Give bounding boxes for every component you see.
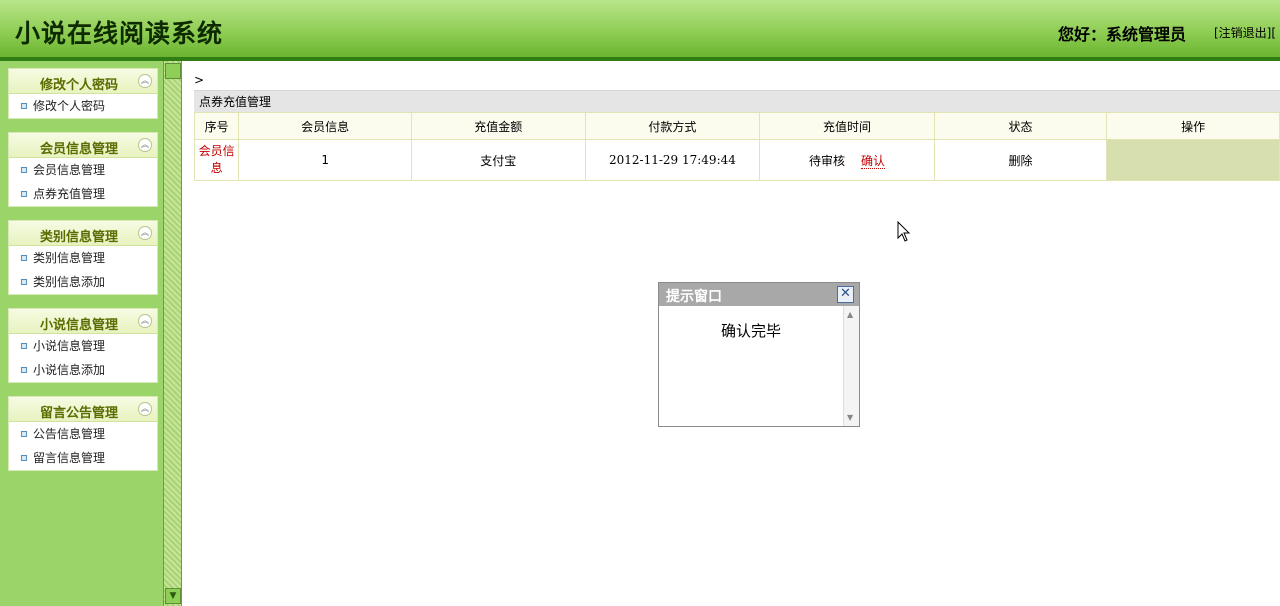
delete-link[interactable]: 删除 bbox=[1008, 154, 1032, 168]
dialog-scrollbar[interactable]: ▲ ▼ bbox=[843, 306, 859, 426]
sidebar-group-title: 小说信息管理 bbox=[39, 318, 118, 333]
sidebar-item-category-manage[interactable]: 类别信息管理 bbox=[9, 246, 157, 270]
column-header: 序号 bbox=[193, 112, 240, 140]
pending-status: 待审核 bbox=[808, 153, 845, 168]
bullet-icon bbox=[21, 279, 27, 285]
scroll-down-icon[interactable]: ▼ bbox=[847, 413, 853, 422]
table-row: 会员信息 1 支付宝 2012-11-29 17:49:44 待审核 确认 删除 bbox=[193, 139, 1280, 181]
sidebar-item-message-manage[interactable]: 留言信息管理 bbox=[9, 446, 157, 470]
prompt-dialog: 提示窗口 ✕ 确认完毕 ▲ ▼ bbox=[658, 282, 860, 427]
sidebar-item-label: 小说信息管理 bbox=[33, 339, 106, 353]
column-header: 会员信息 bbox=[238, 112, 412, 140]
sidebar-item-label: 类别信息管理 bbox=[33, 251, 106, 265]
sidebar-group-header[interactable]: 修改个人密码 ︽ bbox=[9, 69, 157, 94]
sidebar-group-categories: 类别信息管理 ︽ 类别信息管理 类别信息添加 bbox=[8, 220, 158, 295]
sidebar-item-category-add[interactable]: 类别信息添加 bbox=[9, 270, 157, 294]
collapse-icon[interactable]: ︽ bbox=[138, 314, 152, 328]
column-header: 充值时间 bbox=[759, 112, 935, 140]
sidebar-item-label: 修改个人密码 bbox=[33, 99, 106, 113]
bullet-icon bbox=[21, 367, 27, 373]
splitter-toggle[interactable] bbox=[165, 63, 181, 79]
payment-cell: 2012-11-29 17:49:44 bbox=[584, 139, 761, 181]
app-title: 小说在线阅读系统 bbox=[15, 19, 224, 48]
member-cell: 1 bbox=[238, 139, 412, 181]
sidebar-group-title: 修改个人密码 bbox=[39, 78, 118, 93]
confirm-link[interactable]: 确认 bbox=[860, 153, 885, 169]
bullet-icon bbox=[21, 191, 27, 197]
sidebar-group-title: 会员信息管理 bbox=[39, 142, 118, 157]
column-header: 状态 bbox=[933, 112, 1108, 140]
sidebar-item-label: 留言信息管理 bbox=[33, 451, 106, 465]
sidebar-item-points-recharge[interactable]: 点券充值管理 bbox=[9, 182, 157, 206]
sidebar-group-password: 修改个人密码 ︽ 修改个人密码 bbox=[8, 68, 158, 119]
sidebar-item-notice-manage[interactable]: 公告信息管理 bbox=[9, 422, 157, 446]
dialog-message: 确认完毕 bbox=[720, 322, 781, 340]
bullet-icon bbox=[21, 343, 27, 349]
bullet-icon bbox=[21, 167, 27, 173]
sidebar-group-header[interactable]: 会员信息管理 ︽ bbox=[9, 133, 157, 158]
recharge-table: 序号 会员信息 充值金额 付款方式 充值时间 状态 操作 会员信息 1 支付宝 … bbox=[193, 112, 1280, 181]
sidebar-splitter[interactable]: ▼ bbox=[163, 61, 182, 606]
sidebar-group-notices: 留言公告管理 ︽ 公告信息管理 留言信息管理 bbox=[8, 396, 158, 471]
amount-cell: 支付宝 bbox=[410, 139, 586, 181]
sidebar: 修改个人密码 ︽ 修改个人密码 会员信息管理 ︽ 会员信息管理 点券充值管理 类… bbox=[0, 61, 163, 606]
bullet-icon bbox=[21, 255, 27, 261]
sidebar-item-label: 会员信息管理 bbox=[33, 163, 106, 177]
panel-title: 点券充值管理 bbox=[194, 90, 1280, 112]
app-header: 小说在线阅读系统 您好：系统管理员 [注销退出][ bbox=[0, 0, 1280, 61]
dialog-titlebar[interactable]: 提示窗口 ✕ bbox=[659, 283, 859, 306]
collapse-icon[interactable]: ︽ bbox=[138, 226, 152, 240]
sidebar-group-title: 类别信息管理 bbox=[39, 230, 118, 245]
table-header-row: 序号 会员信息 充值金额 付款方式 充值时间 状态 操作 bbox=[193, 112, 1280, 140]
sidebar-item-label: 点券充值管理 bbox=[33, 187, 106, 201]
status-cell: 删除 bbox=[933, 139, 1108, 181]
sidebar-group-novels: 小说信息管理 ︽ 小说信息管理 小说信息添加 bbox=[8, 308, 158, 383]
time-cell: 待审核 确认 bbox=[759, 139, 935, 181]
user-greeting: 您好：系统管理员 bbox=[1058, 25, 1187, 44]
close-icon[interactable]: ✕ bbox=[837, 286, 854, 303]
column-header: 充值金额 bbox=[410, 112, 586, 140]
breadcrumb: > bbox=[194, 73, 205, 87]
sidebar-group-header[interactable]: 留言公告管理 ︽ bbox=[9, 397, 157, 422]
sidebar-item-label: 公告信息管理 bbox=[33, 427, 106, 441]
sidebar-group-members: 会员信息管理 ︽ 会员信息管理 点券充值管理 bbox=[8, 132, 158, 207]
collapse-icon[interactable]: ︽ bbox=[138, 138, 152, 152]
bullet-icon bbox=[21, 103, 27, 109]
sidebar-group-title: 留言公告管理 bbox=[39, 406, 118, 421]
logout-link[interactable]: [注销退出][ bbox=[1214, 24, 1276, 41]
index-cell: 会员信息 bbox=[193, 139, 240, 181]
sidebar-group-header[interactable]: 小说信息管理 ︽ bbox=[9, 309, 157, 334]
collapse-icon[interactable]: ︽ bbox=[138, 402, 152, 416]
collapse-icon[interactable]: ︽ bbox=[138, 74, 152, 88]
mouse-cursor-icon bbox=[897, 221, 911, 242]
sidebar-item-novel-manage[interactable]: 小说信息管理 bbox=[9, 334, 157, 358]
sidebar-item-label: 小说信息添加 bbox=[33, 363, 106, 377]
dialog-title: 提示窗口 bbox=[666, 289, 722, 305]
member-info-link[interactable]: 会员信息 bbox=[199, 144, 235, 175]
sidebar-item-member-manage[interactable]: 会员信息管理 bbox=[9, 158, 157, 182]
bullet-icon bbox=[21, 455, 27, 461]
operation-cell bbox=[1106, 139, 1280, 181]
sidebar-item-novel-add[interactable]: 小说信息添加 bbox=[9, 358, 157, 382]
column-header: 付款方式 bbox=[584, 112, 761, 140]
sidebar-group-header[interactable]: 类别信息管理 ︽ bbox=[9, 221, 157, 246]
scroll-up-icon[interactable]: ▲ bbox=[847, 310, 853, 319]
bullet-icon bbox=[21, 431, 27, 437]
column-header: 操作 bbox=[1106, 112, 1280, 140]
sidebar-item-label: 类别信息添加 bbox=[33, 275, 106, 289]
sidebar-item-change-password[interactable]: 修改个人密码 bbox=[9, 94, 157, 118]
splitter-down-arrow-icon[interactable]: ▼ bbox=[165, 588, 181, 604]
